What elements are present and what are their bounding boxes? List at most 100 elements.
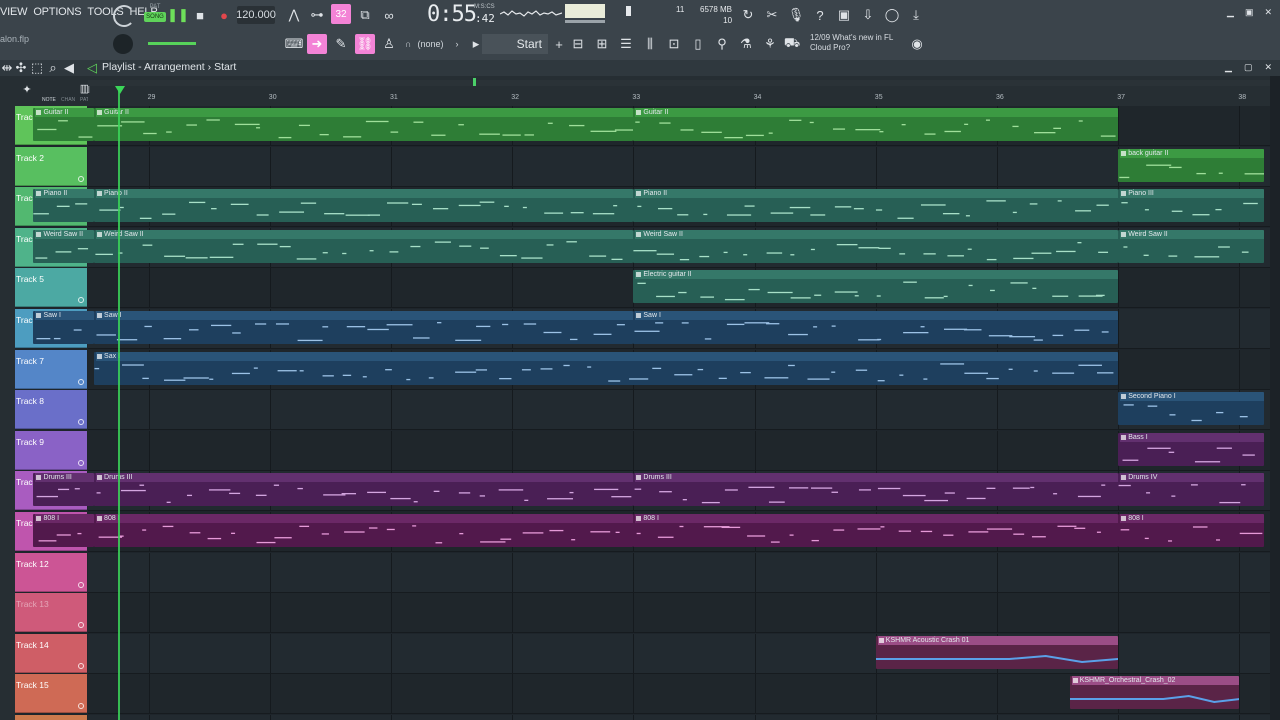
pattern-clip[interactable]: back guitar II [1118,148,1264,182]
menu-view[interactable]: VIEW [0,6,28,22]
track-header[interactable]: Track 2 [15,146,87,186]
track-mute-icon[interactable] [78,419,84,426]
add-marker-icon[interactable]: + [549,34,569,54]
zoom-icon[interactable]: ⌕ [46,58,60,78]
channel-rack-icon[interactable]: ⊞ [592,34,612,54]
playlist-maximize-icon[interactable]: ▢ [1244,62,1253,73]
play-icon[interactable]: ❚❚ [167,5,189,25]
pattern-clip[interactable]: Drums III [33,473,95,507]
plugin-icon[interactable]: ⚲ [712,34,732,54]
track-header[interactable]: Track 15 [15,674,87,714]
link-icon[interactable]: ⛓ [355,34,375,54]
download-icon[interactable]: ⤓ [906,5,926,25]
track-mute-icon[interactable] [78,581,84,588]
menu-options[interactable]: OPTIONS [33,6,81,22]
save-icon[interactable]: ▣ [834,5,854,25]
vertical-scrollbar[interactable] [1270,76,1280,720]
piano-keyboard-icon[interactable]: ⌨ [284,34,304,54]
pattern-clip[interactable]: Bass I [1118,432,1264,466]
track-lane[interactable]: Bass I [88,430,1270,471]
microphone-icon[interactable]: 🎙 [786,5,806,25]
track-lane[interactable]: Drums III Drums III Drums III Drums IV [33,471,1270,512]
track-header[interactable]: Track 9 [15,430,87,470]
track-lane[interactable]: KSHMR Acoustic Crash 01 [88,633,1270,674]
track-header[interactable]: Track 16 [15,715,87,720]
pattern-clip[interactable]: Guitar II [633,108,1119,141]
record-icon[interactable]: ● [214,5,234,25]
track-lane[interactable]: Second Piano I [88,390,1270,431]
magnet-icon[interactable]: ✣ [14,58,28,78]
timeline-ruler[interactable]: 29 30 31 32 33 34 35 36 37 38 [88,93,1270,106]
pattern-clip[interactable]: Guitar II [94,108,634,141]
file-icon[interactable]: ▯ [688,34,708,54]
restore-icon[interactable]: ▣ [1245,7,1254,18]
track-lane[interactable]: Saw I Saw I Saw I [33,309,1270,349]
track-mute-icon[interactable] [78,378,84,385]
pattern-clip[interactable]: Piano II [633,189,1119,223]
pattern-clip[interactable]: Electric guitar II [633,270,1119,304]
pattern-clip[interactable]: Weird Saw II [633,229,1119,263]
stamp-icon[interactable]: ♙ [379,34,399,54]
master-pitch-knob[interactable] [113,34,133,54]
mixer-icon[interactable]: ⊟ [568,34,588,54]
master-volume-knob[interactable] [113,5,135,27]
minimize-icon[interactable]: ▁ [1227,7,1234,18]
globe-icon[interactable]: ◉ [907,34,927,54]
track-lane[interactable]: Electric guitar II [88,268,1270,309]
track-header[interactable]: Track 7 [15,349,87,389]
pattern-clip[interactable]: Piano III [1118,189,1264,223]
snap-button[interactable]: 32 [331,4,351,24]
track-mute-icon[interactable] [78,662,84,669]
track-lane[interactable] [88,715,1270,720]
speaker-icon[interactable]: ◀ [62,58,76,78]
track-lane[interactable] [88,552,1270,593]
track-header[interactable]: Track 13 [15,593,87,633]
draw-mode-arrow-icon[interactable]: ➜ [307,34,327,54]
track-lane[interactable]: Sax I [88,349,1270,390]
pattern-clip[interactable]: Drums III [94,473,634,507]
playlist-minimize-icon[interactable]: ▁ [1225,62,1232,73]
song-position-marker[interactable] [473,78,476,86]
track-lane[interactable]: back guitar II [88,146,1270,187]
pattern-clip[interactable]: Piano II [33,189,95,223]
pattern-clip[interactable]: Saw I [94,311,634,344]
track-lane[interactable] [88,593,1270,634]
arrows-icon[interactable]: ⇹ [0,58,14,78]
horizontal-scrollbar[interactable] [88,80,1270,86]
track-mute-icon[interactable] [78,459,84,466]
track-lane[interactable]: Guitar II Guitar II Guitar II [33,106,1270,146]
add-track-icon[interactable]: ✦ [20,79,34,99]
playhead-marker-icon[interactable] [115,86,125,94]
track-lane[interactable]: 808 I 808 I 808 I 808 I [33,512,1270,552]
pattern-clip[interactable]: Weird Saw II [1118,229,1264,263]
help-icon[interactable]: ? [810,5,830,25]
wait-input-icon[interactable]: ⊶ [307,5,327,25]
mixer-faders-icon[interactable]: ⫼ [640,34,660,54]
track-mute-icon[interactable] [78,297,84,304]
pattern-selector[interactable]: ∩ (none) › [405,35,460,53]
close-icon[interactable]: ✕ [1264,7,1272,18]
marker-start-box[interactable]: Start [482,34,548,54]
pattern-clip[interactable]: Piano II [94,189,634,223]
time-display[interactable]: 0:55 [427,2,477,27]
chat-icon[interactable]: ◯ [882,5,902,25]
pat-mode-label[interactable]: PAT [144,3,166,11]
pattern-clip[interactable]: Weird Saw II [33,229,95,263]
loop-record-icon[interactable]: ∞ [379,5,399,25]
track-lane[interactable]: Weird Saw II Weird Saw II Weird Saw II Weir… [33,227,1270,268]
note-tab[interactable]: NOTE [42,97,56,103]
news-panel[interactable]: 12/09 What's new in FL Cloud Pro? [810,33,893,53]
chan-tab[interactable]: CHAN [61,97,75,103]
track-lane[interactable]: Piano II Piano II Piano II Piano III [33,187,1270,228]
pattern-clip[interactable]: Weird Saw II [94,229,634,263]
pattern-clip[interactable]: 808 I [1118,514,1264,547]
pattern-clip[interactable]: Sax I [94,351,1119,385]
piano-roll-icon[interactable]: ☰ [616,34,636,54]
pattern-clip[interactable]: Second Piano I [1118,392,1264,426]
cart-icon[interactable]: ⛟ [782,34,802,54]
playlist-icon[interactable]: ◁ [85,58,99,78]
pattern-clip[interactable]: Saw I [633,311,1119,344]
pattern-clip[interactable]: 808 I [94,514,634,547]
paint-brush-icon[interactable]: ✎ [331,34,351,54]
track-mute-icon[interactable] [78,622,84,629]
